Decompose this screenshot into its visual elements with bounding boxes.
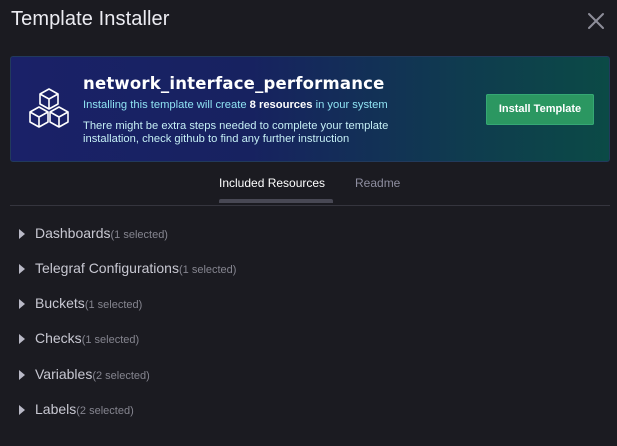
template-banner: network_interface_performance Installing…: [10, 56, 610, 162]
resource-label: Telegraf Configurations(1 selected): [35, 260, 236, 276]
dialog-title: Template Installer: [11, 8, 170, 30]
divider: [10, 205, 610, 206]
summary-prefix: Installing this template will create: [83, 99, 250, 111]
resource-name: Telegraf Configurations: [35, 260, 179, 276]
caret-right-icon: [19, 229, 25, 239]
resource-label: Buckets(1 selected): [35, 295, 142, 311]
extra-steps-note: There might be extra steps needed to com…: [83, 120, 389, 145]
active-tab-indicator: [219, 199, 333, 203]
resource-name: Buckets: [35, 295, 85, 311]
close-icon[interactable]: [584, 9, 608, 33]
resource-selected-count: (1 selected): [178, 264, 237, 276]
resource-name: Checks: [35, 330, 82, 346]
caret-right-icon: [19, 334, 25, 344]
resource-selected-count: (1 selected): [84, 299, 143, 311]
caret-right-icon: [19, 264, 25, 274]
tab-readme[interactable]: Readme: [355, 176, 400, 190]
resource-label: Dashboards(1 selected): [35, 225, 168, 241]
resource-selected-count: (1 selected): [81, 334, 140, 346]
resource-name: Variables: [35, 366, 93, 382]
caret-right-icon: [19, 370, 25, 380]
resource-selected-count: (2 selected): [76, 405, 134, 417]
cubes-icon: [29, 88, 69, 128]
resource-selected-count: (1 selected): [110, 229, 168, 241]
resource-summary: Installing this template will create 8 r…: [83, 99, 388, 111]
resource-label: Labels(2 selected): [35, 401, 134, 417]
resource-name: Dashboards: [35, 225, 111, 241]
caret-right-icon: [19, 299, 25, 309]
resource-label: Checks(1 selected): [35, 330, 139, 346]
tab-included-resources[interactable]: Included Resources: [219, 176, 325, 190]
install-template-button[interactable]: Install Template: [486, 94, 594, 125]
summary-suffix: in your system: [312, 99, 388, 111]
caret-right-icon: [19, 405, 25, 415]
resource-count: 8 resources: [249, 99, 313, 111]
resource-name: Labels: [35, 401, 77, 417]
resource-selected-count: (2 selected): [92, 370, 150, 382]
template-name: network_interface_performance: [83, 74, 385, 93]
resource-label: Variables(2 selected): [35, 366, 150, 382]
